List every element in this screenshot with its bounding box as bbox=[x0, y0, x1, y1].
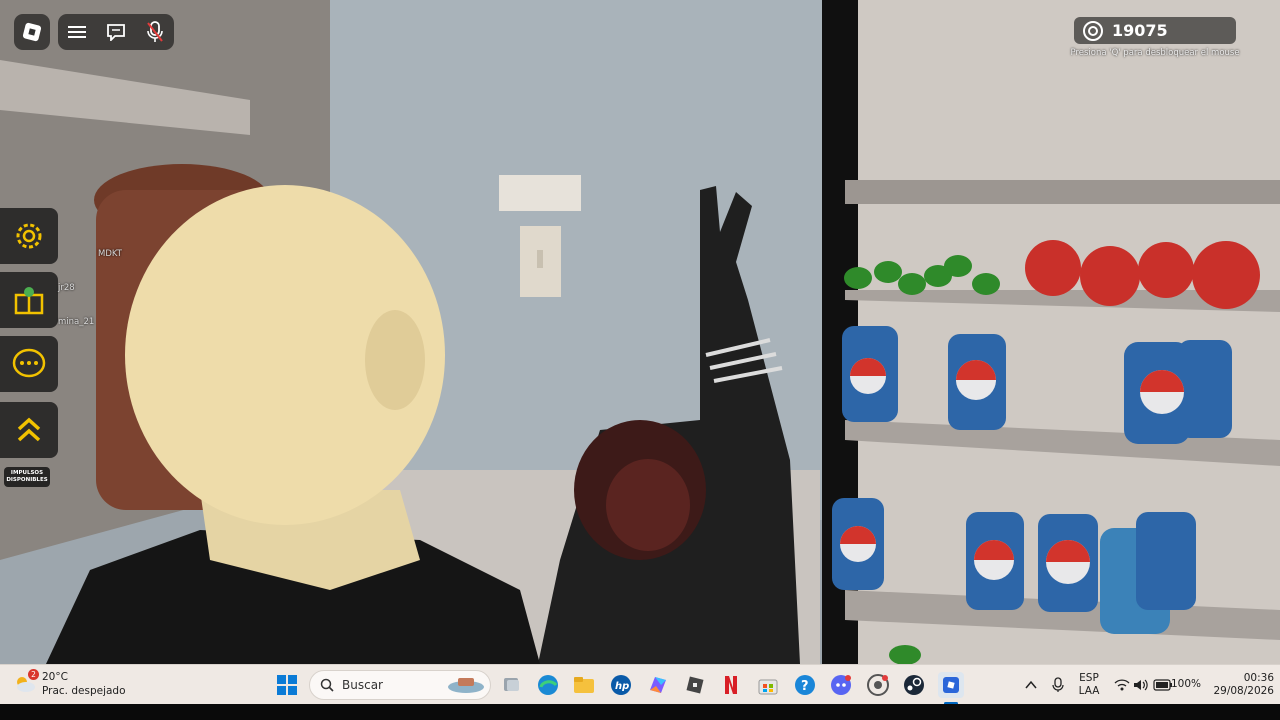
discord-button[interactable] bbox=[829, 673, 853, 697]
chrome-icon bbox=[867, 674, 889, 696]
battery-percent: 100% bbox=[1171, 678, 1202, 690]
game-viewport[interactable]: IMPULSOS DISPONIBLES MDKT jr28 mina_21 19… bbox=[0, 0, 1280, 664]
wall-sign bbox=[499, 175, 581, 211]
voice-mute-button[interactable] bbox=[143, 20, 167, 44]
hp-button[interactable]: hp bbox=[609, 673, 633, 697]
volume-button[interactable] bbox=[1129, 673, 1153, 697]
chat-bubble-icon bbox=[107, 24, 125, 41]
boost-label-1: IMPULSOS bbox=[10, 470, 44, 476]
wifi-icon bbox=[1114, 679, 1130, 691]
gift-icon bbox=[14, 287, 44, 315]
top-bar bbox=[58, 14, 174, 50]
player-name-1: MDKT bbox=[98, 249, 122, 259]
windows-start-icon bbox=[277, 675, 297, 695]
steam-button[interactable] bbox=[902, 673, 926, 697]
game-scene bbox=[0, 0, 1280, 664]
microphone-icon bbox=[1052, 677, 1064, 692]
settings-button[interactable] bbox=[0, 208, 58, 264]
chat-button[interactable] bbox=[0, 336, 58, 392]
language-line-2: LAA bbox=[1078, 685, 1100, 697]
menu-icon bbox=[68, 26, 87, 38]
store-button[interactable] bbox=[756, 673, 780, 697]
gear-icon bbox=[16, 223, 42, 249]
weather-desc: Prac. despejado bbox=[42, 685, 126, 697]
menu-button[interactable] bbox=[65, 20, 89, 44]
roblox-active-icon bbox=[943, 677, 959, 693]
copilot-icon bbox=[650, 677, 666, 693]
weather-widget[interactable]: 20°C Prac. despejado 2 bbox=[14, 669, 126, 698]
tray-expand-button[interactable] bbox=[1019, 673, 1043, 697]
language-line-1: ESP bbox=[1079, 672, 1099, 684]
chat-toggle-button[interactable] bbox=[104, 20, 128, 44]
money-value: 19075 bbox=[1112, 21, 1168, 40]
mouse-unlock-hint: Presiona 'Q' para desbloquear el mouse bbox=[1070, 48, 1240, 58]
task-view-button[interactable] bbox=[500, 673, 524, 697]
battery-icon bbox=[1153, 679, 1172, 691]
search-box[interactable]: Buscar bbox=[309, 670, 491, 700]
roblox-icon bbox=[686, 676, 704, 694]
edge-button[interactable] bbox=[536, 673, 560, 697]
steam-icon bbox=[904, 675, 924, 695]
search-icon bbox=[320, 678, 334, 692]
boost-label-2: DISPONIBLES bbox=[6, 477, 48, 483]
money-counter: 19075 bbox=[1074, 17, 1236, 44]
double-chevron-up-icon bbox=[17, 417, 41, 442]
gifts-button[interactable] bbox=[0, 272, 58, 328]
microphone-muted-icon bbox=[146, 21, 163, 42]
volume-icon bbox=[1134, 679, 1148, 691]
file-explorer-button[interactable] bbox=[572, 673, 596, 697]
player-name-2: jr28 bbox=[58, 283, 75, 293]
svg-text:hp: hp bbox=[615, 681, 629, 692]
boosts-button[interactable] bbox=[0, 402, 58, 458]
file-explorer-icon bbox=[574, 677, 594, 693]
roblox-menu-button[interactable] bbox=[14, 14, 50, 50]
tray-mic-button[interactable] bbox=[1046, 673, 1070, 697]
player-name-3: mina_21 bbox=[58, 317, 95, 327]
search-placeholder: Buscar bbox=[342, 678, 383, 692]
copilot-button[interactable] bbox=[646, 673, 670, 697]
clock-date: 29/08/2026 bbox=[1213, 685, 1274, 697]
help-icon: ? bbox=[795, 675, 815, 695]
boosts-label: IMPULSOS DISPONIBLES bbox=[4, 467, 50, 487]
store-icon bbox=[758, 679, 778, 695]
clock[interactable]: 00:36 29/08/2026 bbox=[1206, 672, 1274, 698]
roblox-app-button[interactable] bbox=[683, 673, 707, 697]
chat-dots-icon bbox=[12, 348, 46, 378]
discord-icon bbox=[831, 675, 851, 695]
money-icon bbox=[1083, 20, 1103, 41]
edge-icon bbox=[538, 675, 558, 695]
help-button[interactable]: ? bbox=[793, 673, 817, 697]
weather-badge: 2 bbox=[28, 669, 39, 680]
windows-taskbar: 20°C Prac. despejado 2 Buscar hp ? ESP L… bbox=[0, 664, 1280, 705]
chevron-up-icon bbox=[1025, 680, 1037, 689]
roblox-logo-icon bbox=[22, 22, 42, 42]
task-view-icon bbox=[504, 678, 519, 691]
hp-icon: hp bbox=[611, 675, 631, 695]
weather-temp: 20°C bbox=[42, 671, 68, 683]
clock-time: 00:36 bbox=[1243, 672, 1274, 684]
chrome-button[interactable] bbox=[866, 673, 890, 697]
netflix-icon bbox=[725, 676, 737, 694]
bottom-letterbox bbox=[0, 704, 1280, 720]
roblox-active-button[interactable] bbox=[938, 672, 964, 698]
start-button[interactable] bbox=[275, 673, 299, 697]
netflix-button[interactable] bbox=[719, 673, 743, 697]
svg-text:?: ? bbox=[801, 679, 809, 694]
language-indicator[interactable]: ESP LAA bbox=[1074, 672, 1104, 698]
search-highlight-icon bbox=[448, 678, 484, 693]
